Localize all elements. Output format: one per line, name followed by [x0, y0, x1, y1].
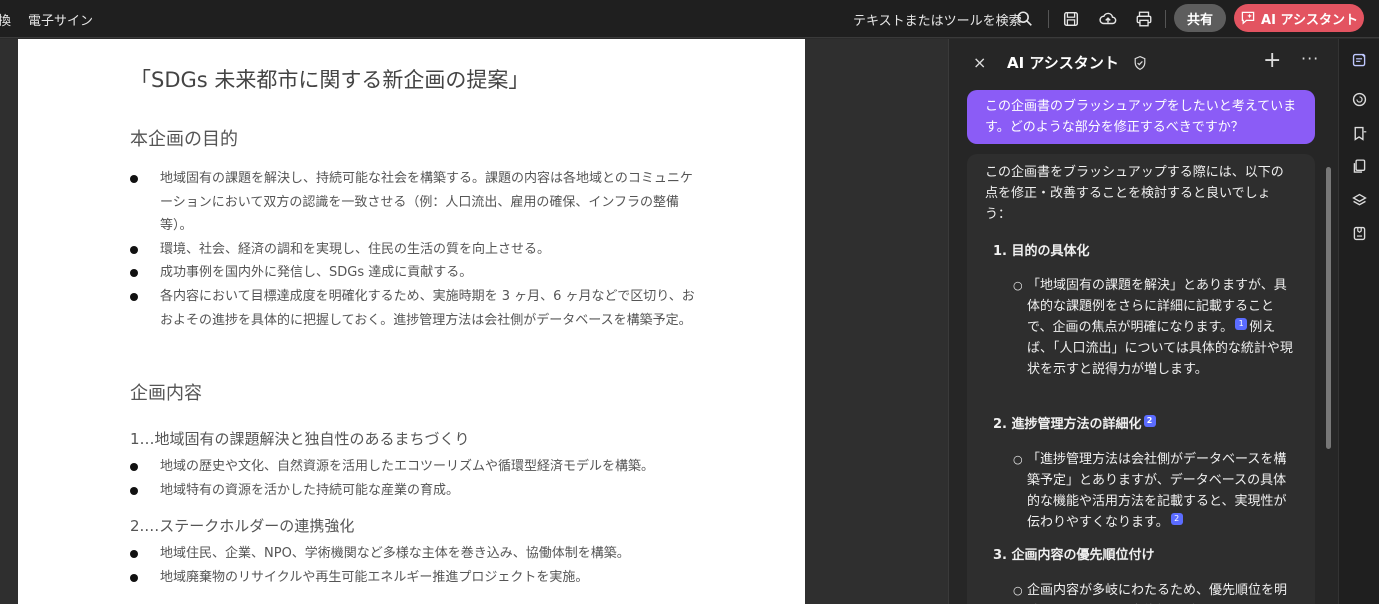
- panel-title: AI アシスタント: [1007, 52, 1148, 75]
- share-button-label: 共有: [1186, 12, 1213, 28]
- detail-text: 「地域固有の課題を解決」とありますが、具体的な課題例をさらに詳細に記載することで…: [1027, 278, 1287, 335]
- citation-ref-badge[interactable]: 1: [1235, 318, 1248, 330]
- item-heading-text: 目的の具体化: [1011, 244, 1090, 259]
- response-item-detail: ○ 企画内容が多岐にわたるため、優先順位を明確にすることで、実施計画がより具: [1013, 580, 1297, 604]
- ai-chat-rail-icon[interactable]: [1349, 50, 1369, 70]
- bullet-text: 地域固有の課題を解決し、持続可能な社会を構築する。課題の内容は各地域とのコミュニ…: [160, 171, 693, 233]
- bullet-item: 地域固有の課題を解決し、持続可能な社会を構築する。課題の内容は各地域とのコミュニ…: [130, 167, 700, 238]
- bullet-dot: [130, 293, 138, 301]
- response-item-heading: 3. 企画内容の優先順位付け: [993, 545, 1155, 566]
- print-icon[interactable]: [1133, 8, 1155, 30]
- save-icon[interactable]: [1060, 8, 1082, 30]
- menu-esign[interactable]: 電子サイン: [28, 10, 93, 29]
- menu-convert[interactable]: 換: [0, 10, 11, 29]
- toolbar-divider: [1048, 10, 1049, 28]
- bullet-item: 環境、社会、経済の調和を実現し、住民の生活の質を向上させる。: [130, 238, 700, 262]
- section-heading-content: 企画内容: [130, 383, 202, 404]
- bookmark-rail-icon[interactable]: [1349, 123, 1369, 143]
- section-heading-purpose: 本企画の目的: [130, 129, 238, 150]
- bullet-dot: [130, 550, 138, 558]
- new-chat-icon[interactable]: +: [1263, 48, 1281, 73]
- user-message-bubble: この企画書のブラッシュアップをしたいと考えています。どのような部分を修正するべき…: [967, 90, 1315, 144]
- toolbar-divider: [1165, 10, 1166, 28]
- sub-heading-2: 2.…ステークホルダーの連携強化: [130, 517, 355, 535]
- bullet-item: 地域住民、企業、NPO、学術機関など多様な主体を巻き込み、協働体制を構築。: [130, 542, 700, 566]
- bullet-item: 地域廃棄物のリサイクルや再生可能エネルギー推進プロジェクトを実施。: [130, 566, 700, 590]
- detail-text: 「進捗管理方法は会社側がデータベースを構築予定」とありますが、データベースの具体…: [1027, 452, 1287, 530]
- bullet-dot: [130, 487, 138, 495]
- circle-bullet-icon: ○: [1013, 279, 1023, 292]
- bullet-text: 地域特有の資源を活かした持続可能な産業の育成。: [160, 483, 460, 498]
- user-message-text: この企画書のブラッシュアップをしたいと考えています。どのような部分を修正するべき…: [985, 99, 1297, 135]
- bullet-text: 環境、社会、経済の調和を実現し、住民の生活の質を向上させる。: [160, 242, 551, 257]
- detail-text: 企画内容が多岐にわたるため、優先順位を明確にすることで、実施計画がより具: [1027, 583, 1288, 598]
- circle-bullet-icon: ○: [1013, 584, 1023, 597]
- item-number: 2.: [993, 417, 1007, 432]
- panel-scrollbar[interactable]: [1326, 167, 1331, 449]
- comment-rail-icon[interactable]: [1349, 89, 1369, 109]
- bullet-text: 地域住民、企業、NPO、学術機関など多様な主体を巻き込み、協働体制を構築。: [160, 546, 630, 561]
- panel-title-text: AI アシスタント: [1007, 54, 1119, 72]
- ai-assistant-button[interactable]: AI アシスタント: [1234, 4, 1364, 32]
- bullet-dot: [130, 269, 138, 277]
- document-title: 「SDGs 未来都市に関する新企画の提案」: [130, 68, 530, 92]
- pages-rail-icon[interactable]: [1349, 156, 1369, 176]
- circle-bullet-icon: ○: [1013, 453, 1023, 466]
- share-button[interactable]: 共有: [1174, 4, 1226, 32]
- bullet-dot: [130, 574, 138, 582]
- bullet-text: 各内容において目標達成度を明確化するため、実施時期を 3 ヶ月、6 ヶ月などで区…: [160, 289, 695, 328]
- response-item-detail: ○ 「進捗管理方法は会社側がデータベースを構築予定」とありますが、データベースの…: [1013, 449, 1297, 533]
- item-heading-text: 企画内容の優先順位付け: [1011, 548, 1155, 563]
- bullet-dot: [130, 175, 138, 183]
- item-number: 1.: [993, 244, 1007, 259]
- bullet-item: 地域の歴史や文化、自然資源を活用したエコツーリズムや循環型経済モデルを構築。: [130, 455, 700, 479]
- bullet-item: 各内容において目標達成度を明確化するため、実施時期を 3 ヶ月、6 ヶ月などで区…: [130, 285, 700, 332]
- ai-response-card: この企画書をブラッシュアップする際には、以下の点を修正・改善することを検討すると…: [967, 154, 1315, 604]
- citation-ref-badge[interactable]: 2: [1170, 513, 1183, 525]
- item-number: 3.: [993, 548, 1007, 563]
- bullet-dot: [130, 463, 138, 471]
- layers-rail-icon[interactable]: [1349, 190, 1369, 210]
- attachment-rail-icon[interactable]: [1349, 223, 1369, 243]
- ai-response-intro: この企画書をブラッシュアップする際には、以下の点を修正・改善することを検討すると…: [985, 165, 1284, 222]
- bullet-text: 成功事例を国内外に発信し、SDGs 達成に貢献する。: [160, 265, 473, 280]
- document-page[interactable]: 「SDGs 未来都市に関する新企画の提案」 本企画の目的 地域固有の課題を解決し…: [18, 39, 805, 604]
- response-item-heading: 1. 目的の具体化: [993, 241, 1090, 262]
- bullet-text: 地域の歴史や文化、自然資源を活用したエコツーリズムや循環型経済モデルを構築。: [160, 459, 655, 474]
- response-item-heading: 2. 進捗管理方法の詳細化 2: [993, 414, 1158, 435]
- right-tool-rail: [1338, 39, 1379, 604]
- more-options-icon[interactable]: ···: [1301, 49, 1319, 68]
- item-heading-text: 進捗管理方法の詳細化: [1011, 417, 1142, 432]
- verified-shield-icon: [1132, 55, 1148, 75]
- response-item-detail: ○ 「地域固有の課題を解決」とありますが、具体的な課題例をさらに詳細に記載するこ…: [1013, 275, 1297, 380]
- search-icon[interactable]: [1014, 8, 1036, 30]
- document-viewer[interactable]: 「SDGs 未来都市に関する新企画の提案」 本企画の目的 地域固有の課題を解決し…: [0, 39, 948, 604]
- sub-heading-1: 1…地域固有の課題解決と独自性のあるまちづくり: [130, 430, 470, 448]
- ai-assistant-button-label: AI アシスタント: [1261, 12, 1358, 28]
- bullet-item: 成功事例を国内外に発信し、SDGs 達成に貢献する。: [130, 261, 700, 285]
- top-toolbar: 換 電子サイン テキストまたはツールを検索 共有 AI アシスタント: [0, 0, 1379, 38]
- search-label[interactable]: テキストまたはツールを検索: [853, 10, 1022, 29]
- bullet-item: 地域特有の資源を活かした持続可能な産業の育成。: [130, 479, 700, 503]
- bullet-text: 地域廃棄物のリサイクルや再生可能エネルギー推進プロジェクトを実施。: [160, 570, 589, 585]
- citation-ref-badge[interactable]: 2: [1143, 415, 1156, 427]
- close-icon[interactable]: ×: [973, 53, 986, 72]
- ai-sparkle-chat-icon: [1240, 10, 1256, 26]
- bullet-dot: [130, 246, 138, 254]
- ai-assistant-panel: × AI アシスタント + ··· この企画書のブラッシュアップをしたいと考えて…: [948, 39, 1338, 604]
- upload-cloud-icon[interactable]: [1097, 8, 1119, 30]
